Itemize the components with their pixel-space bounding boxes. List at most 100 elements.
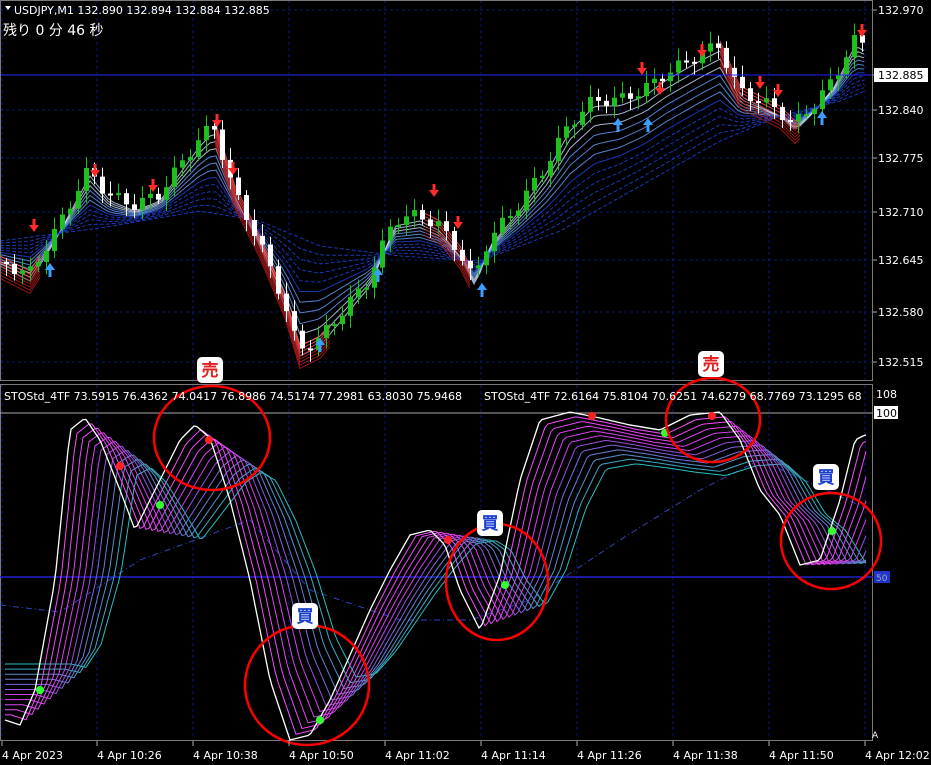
candle-body [588, 97, 593, 112]
candle-body [164, 187, 169, 200]
callout-label: 買 [482, 514, 499, 534]
candle-body [468, 260, 473, 269]
osc-level-badge: 50 [874, 571, 890, 584]
time-tick-label: 4 Apr 12:02 [865, 749, 930, 762]
candle-body [692, 61, 697, 64]
symbol-header[interactable]: USDJPY,M1 132.890 132.894 132.884 132.88… [5, 4, 270, 17]
candle-body [708, 43, 713, 52]
candle-body [196, 140, 201, 157]
candle-body [508, 216, 513, 219]
candle-body [44, 250, 49, 262]
osc-scale-100-tag: 100 [874, 406, 898, 420]
time-tick-label: 4 Apr 10:50 [289, 749, 354, 762]
sell-signal-dot [444, 536, 452, 544]
candle-body [492, 232, 497, 252]
candle-body [484, 251, 489, 266]
candle-body [76, 190, 81, 209]
candle-body [68, 208, 73, 215]
candle-body [412, 210, 417, 217]
candle-body [188, 156, 193, 161]
candle-body [556, 137, 561, 161]
candle-body [724, 47, 729, 68]
symbol-header-text: USDJPY,M1 132.890 132.894 132.884 132.88… [14, 4, 270, 17]
buy-signal-dot [156, 501, 164, 509]
candle-body [4, 262, 9, 264]
candle-body [396, 224, 401, 227]
candle-body [356, 288, 361, 298]
callout-label: 売 [703, 354, 720, 375]
candle-body [292, 311, 297, 331]
candle-body [220, 129, 225, 160]
price-tick-label: 132.710 [878, 206, 924, 219]
candle-body [732, 67, 737, 77]
candle-body [36, 261, 41, 267]
time-tick-label: 4 Apr 11:02 [385, 749, 450, 762]
candle-body [772, 98, 777, 108]
price-tick-label: 132.970 [878, 4, 924, 17]
candle-body [844, 57, 849, 75]
candle-body [308, 348, 313, 351]
candle-body [236, 177, 241, 196]
candle-body [436, 221, 441, 227]
candle-body [380, 240, 385, 268]
candle-body [444, 221, 449, 231]
candle-body [524, 190, 529, 211]
time-tick-label: 4 Apr 11:14 [481, 749, 546, 762]
candle-body [244, 195, 249, 221]
candle-body [852, 35, 857, 58]
osc-level-badge-text: 50 [876, 574, 888, 584]
candle-body [796, 114, 801, 122]
buy-signal-dot [828, 527, 836, 535]
candle-body [476, 265, 481, 269]
candle-body [652, 78, 657, 84]
candle-body [268, 244, 273, 267]
candle-body [12, 264, 17, 274]
candle-body [668, 72, 673, 82]
candle-body [540, 175, 545, 178]
candle-body [788, 119, 793, 122]
candle-body [828, 79, 833, 91]
buy-signal-dot [501, 581, 509, 589]
price-tick-label: 132.645 [878, 254, 924, 267]
callout-label: 売 [202, 360, 219, 381]
candle-body [500, 217, 505, 233]
candle-body [460, 249, 465, 261]
candle-body [644, 83, 649, 97]
candle-body [364, 287, 369, 290]
osc-scale-100-label: 100 [876, 407, 897, 420]
candle-countdown: 残り 0 分 46 秒 [3, 23, 104, 39]
sell-signal-dot [116, 462, 124, 470]
candle-body [132, 204, 137, 210]
candle-body [100, 176, 105, 194]
candle-body [428, 219, 433, 227]
candle-body [764, 98, 769, 103]
candle-body [564, 126, 569, 138]
candle-body [60, 214, 65, 229]
candle-body [116, 193, 121, 196]
candle-body [348, 297, 353, 316]
osc-scale-top: 108 [876, 388, 897, 401]
scroll-lock-icon[interactable]: A [872, 731, 879, 741]
callout-label: 買 [818, 468, 835, 488]
candle-body [332, 324, 337, 327]
sell-signal-dot [708, 412, 716, 420]
price-tick-label: 132.775 [878, 152, 924, 165]
candle-body [580, 111, 585, 125]
candle-body [740, 76, 745, 89]
candle-body [660, 78, 665, 82]
trading-chart[interactable]: 売買買売買 USDJPY,M1 132.890 132.894 132.884 … [0, 0, 931, 765]
candle-body [52, 228, 57, 251]
time-tick-label: 4 Apr 10:38 [193, 749, 258, 762]
candle-body [180, 160, 185, 168]
candle-body [124, 193, 129, 205]
candle-body [140, 197, 145, 210]
candle-body [532, 177, 537, 191]
time-tick-label: 4 Apr 10:26 [97, 749, 162, 762]
candle-body [148, 193, 153, 198]
candle-body [108, 193, 113, 196]
candle-body [340, 315, 345, 325]
indicator-header-right: STOStd_4TF 72.6164 75.8104 70.6251 74.62… [484, 390, 862, 403]
candle-body [388, 226, 393, 241]
price-tick-label: 132.840 [878, 104, 924, 117]
candle-body [596, 97, 601, 101]
